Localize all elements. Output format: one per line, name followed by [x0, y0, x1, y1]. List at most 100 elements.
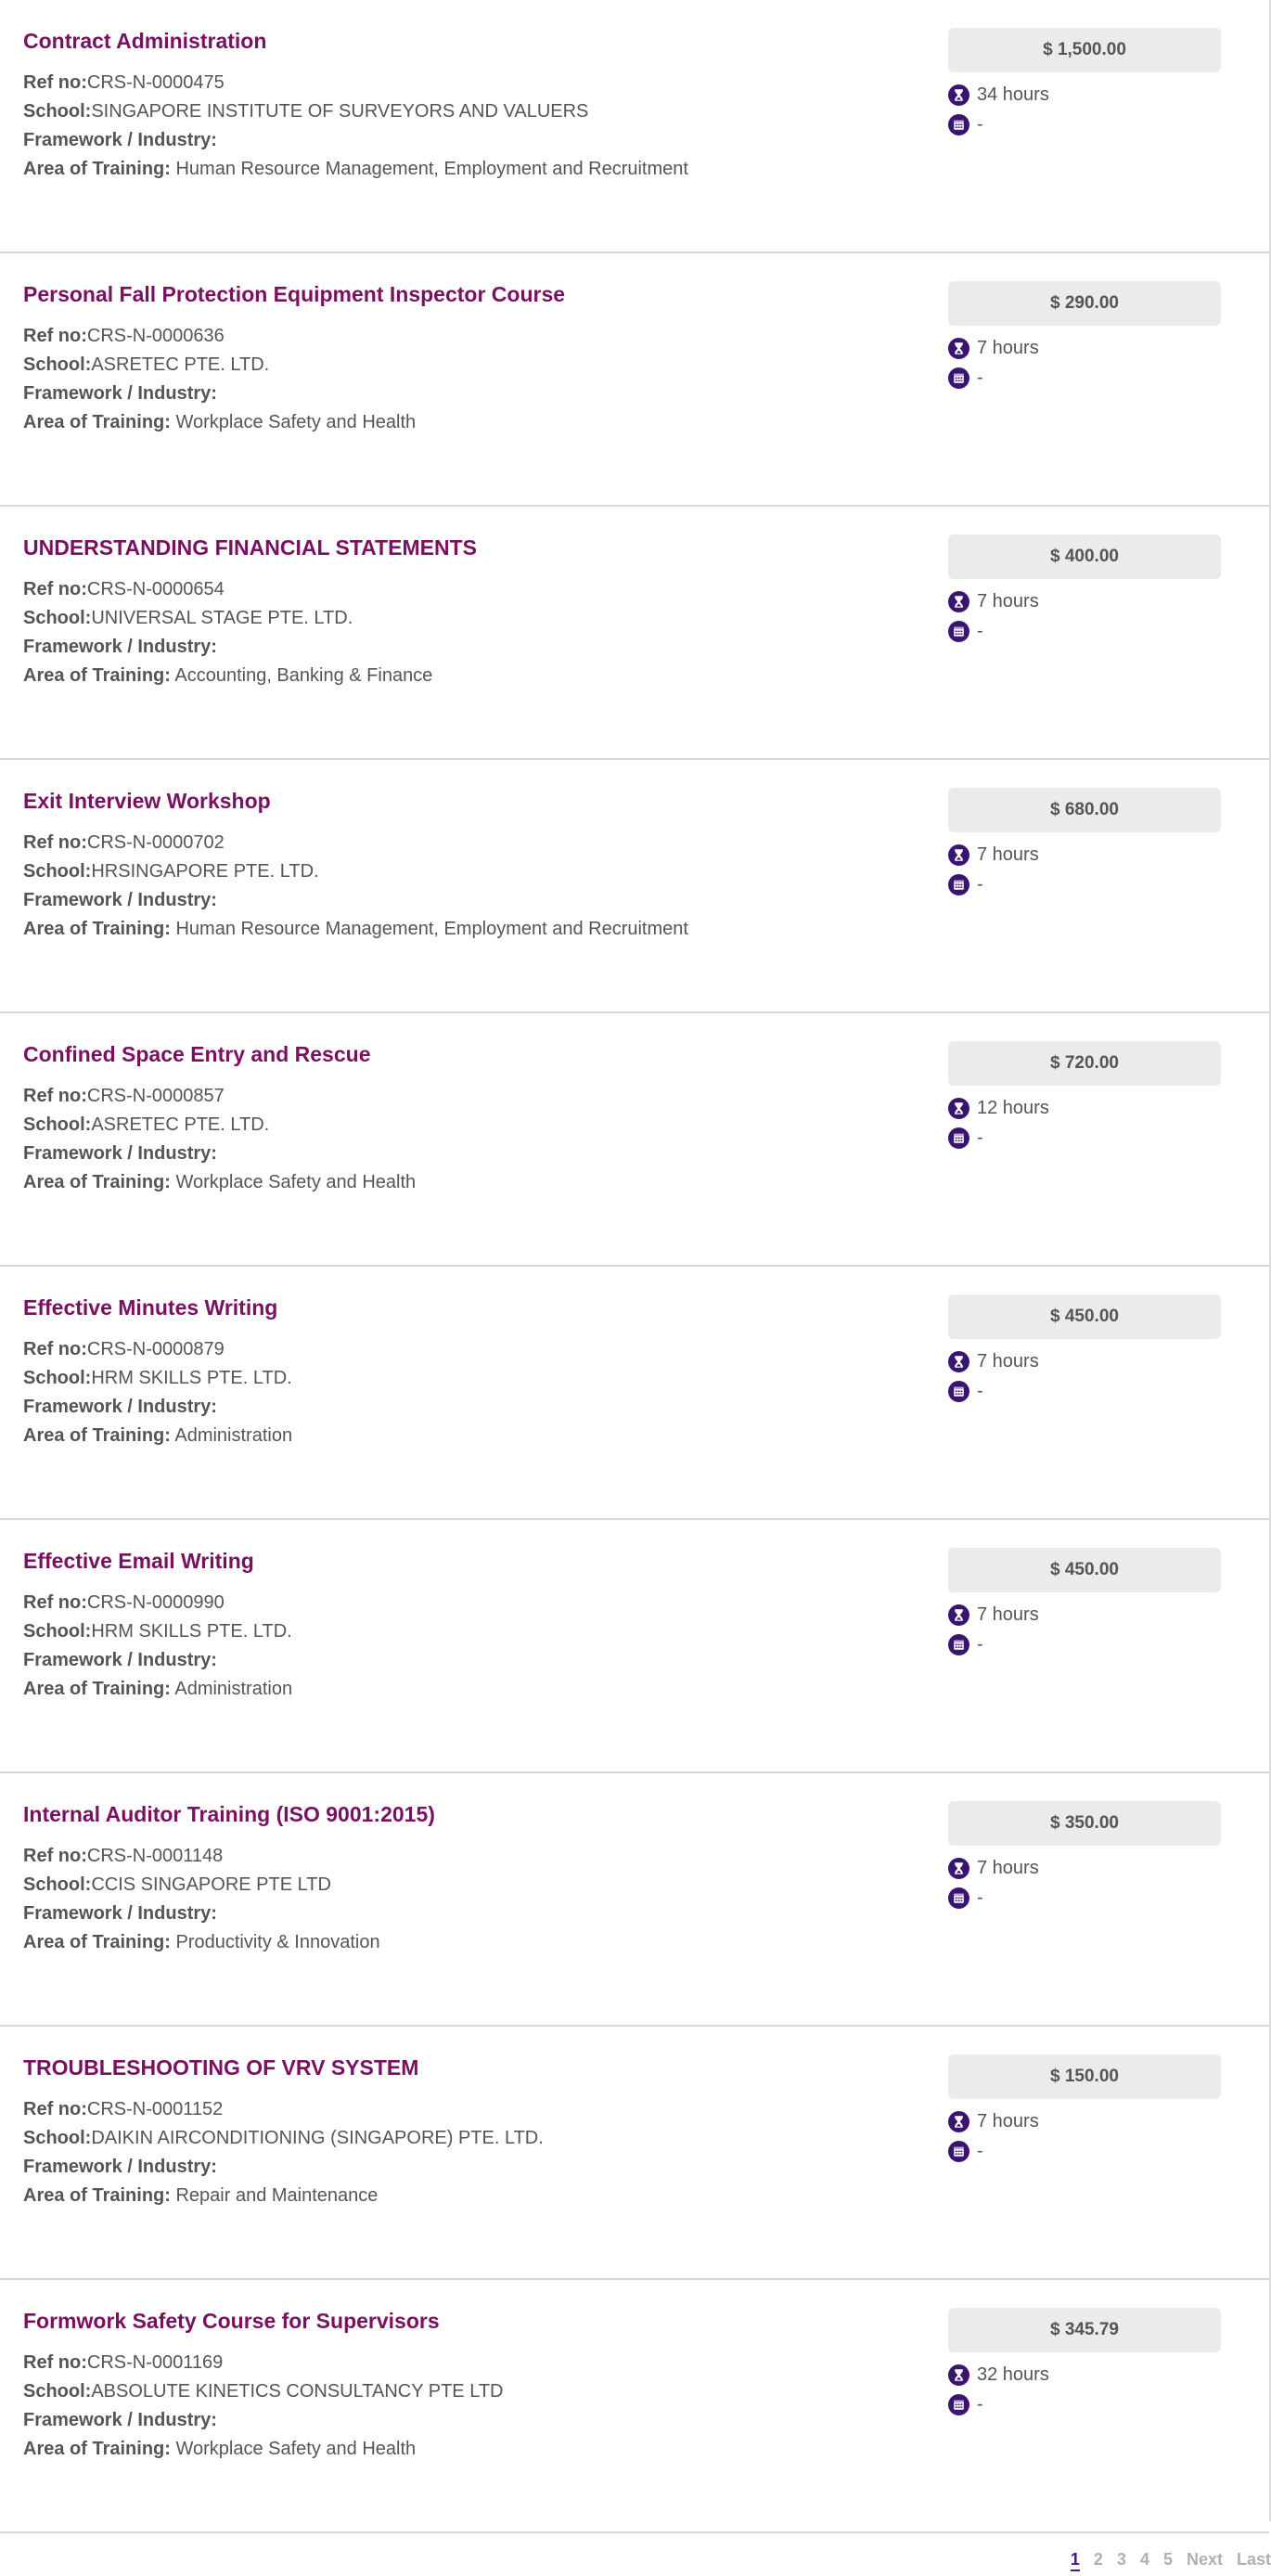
- course-title-link[interactable]: UNDERSTANDING FINANCIAL STATEMENTS: [23, 535, 477, 560]
- hourglass-icon: [948, 338, 969, 359]
- page-2-link[interactable]: 2: [1094, 2550, 1103, 2571]
- ref-no-label: Ref no:: [23, 832, 87, 853]
- framework-label: Framework / Industry:: [23, 1650, 217, 1670]
- framework-line: Framework / Industry:: [23, 636, 217, 658]
- area-value: Workplace Safety and Health: [175, 412, 417, 432]
- area-label: Area of Training:: [23, 1172, 171, 1192]
- course-title-link[interactable]: TROUBLESHOOTING OF VRV SYSTEM: [23, 2055, 418, 2080]
- ref-no-line: Ref no:CRS-N-0000857: [23, 1085, 225, 1107]
- duration-value: 7 hours: [977, 338, 1039, 358]
- course-card: TROUBLESHOOTING OF VRV SYSTEM Ref no:CRS-…: [0, 2027, 1269, 2280]
- calendar-icon: [948, 874, 969, 895]
- framework-label: Framework / Industry:: [23, 637, 217, 657]
- ref-no-line: Ref no:CRS-N-0000702: [23, 831, 225, 854]
- ref-no-line: Ref no:CRS-N-0001152: [23, 2098, 223, 2120]
- date-row: -: [948, 2394, 983, 2415]
- course-card: Personal Fall Protection Equipment Inspe…: [0, 253, 1269, 507]
- duration-row: 12 hours: [948, 1098, 1049, 1119]
- date-row: -: [948, 1634, 983, 1655]
- ref-no-value: CRS-N-0000654: [86, 579, 225, 599]
- ref-no-label: Ref no:: [23, 1339, 87, 1359]
- next-page-link[interactable]: Next: [1187, 2550, 1223, 2571]
- page-4-link[interactable]: 4: [1140, 2550, 1149, 2571]
- hourglass-icon: [948, 1098, 969, 1119]
- area-line: Area of Training: Workplace Safety and H…: [23, 411, 416, 433]
- course-title-link[interactable]: Exit Interview Workshop: [23, 789, 271, 814]
- school-value: CCIS SINGAPORE PTE LTD: [91, 1874, 331, 1895]
- ref-no-value: CRS-N-0000475: [86, 72, 225, 93]
- date-row: -: [948, 874, 983, 895]
- page-5-link[interactable]: 5: [1163, 2550, 1173, 2571]
- hourglass-icon: [948, 1604, 969, 1626]
- course-title-link[interactable]: Internal Auditor Training (ISO 9001:2015…: [23, 1802, 435, 1827]
- school-label: School:: [23, 2381, 92, 2402]
- duration-value: 12 hours: [977, 1098, 1049, 1118]
- area-label: Area of Training:: [23, 919, 171, 939]
- area-label: Area of Training:: [23, 2185, 171, 2206]
- date-row: -: [948, 1127, 983, 1149]
- price-button[interactable]: $ 680.00: [948, 788, 1221, 832]
- price-button[interactable]: $ 150.00: [948, 2054, 1221, 2099]
- framework-label: Framework / Industry:: [23, 383, 217, 404]
- price-button[interactable]: $ 345.79: [948, 2308, 1221, 2352]
- ref-no-line: Ref no:CRS-N-0000879: [23, 1338, 225, 1360]
- calendar-icon: [948, 367, 969, 389]
- course-title-link[interactable]: Effective Email Writing: [23, 1549, 254, 1574]
- duration-value: 34 hours: [977, 84, 1049, 105]
- page-3-link[interactable]: 3: [1117, 2550, 1126, 2571]
- framework-label: Framework / Industry:: [23, 1397, 217, 1417]
- school-label: School:: [23, 1621, 92, 1642]
- last-page-link[interactable]: Last: [1237, 2550, 1271, 2571]
- ref-no-value: CRS-N-0001148: [86, 1846, 224, 1866]
- price-button[interactable]: $ 450.00: [948, 1294, 1221, 1339]
- area-line: Area of Training: Accounting, Banking & …: [23, 664, 432, 687]
- area-value: Accounting, Banking & Finance: [174, 665, 433, 686]
- calendar-icon: [948, 2141, 969, 2162]
- price-button[interactable]: $ 1,500.00: [948, 28, 1221, 72]
- date-row: -: [948, 2141, 983, 2162]
- area-label: Area of Training:: [23, 1932, 171, 1952]
- course-card: Effective Email Writing Ref no:CRS-N-0000…: [0, 1520, 1269, 1773]
- date-row: -: [948, 114, 983, 135]
- page-1-link[interactable]: 1: [1070, 2550, 1080, 2571]
- date-value: -: [977, 1887, 983, 1908]
- area-label: Area of Training:: [23, 1679, 171, 1699]
- course-title-link[interactable]: Confined Space Entry and Rescue: [23, 1042, 370, 1067]
- ref-no-label: Ref no:: [23, 326, 87, 346]
- course-title-link[interactable]: Effective Minutes Writing: [23, 1295, 277, 1320]
- price-button[interactable]: $ 350.00: [948, 1801, 1221, 1846]
- ref-no-value: CRS-N-0000879: [86, 1339, 225, 1359]
- course-title-link[interactable]: Formwork Safety Course for Supervisors: [23, 2309, 440, 2334]
- duration-row: 7 hours: [948, 591, 1039, 612]
- area-value: Human Resource Management, Employment an…: [175, 159, 688, 179]
- course-card: Exit Interview Workshop Ref no:CRS-N-0000…: [0, 760, 1269, 1013]
- date-value: -: [977, 1634, 983, 1655]
- hourglass-icon: [948, 2364, 969, 2386]
- area-line: Area of Training: Administration: [23, 1678, 292, 1700]
- school-label: School:: [23, 861, 92, 882]
- course-title-link[interactable]: Contract Administration: [23, 29, 266, 54]
- ref-no-label: Ref no:: [23, 2099, 87, 2119]
- course-card: UNDERSTANDING FINANCIAL STATEMENTS Ref no…: [0, 507, 1269, 760]
- school-label: School:: [23, 1874, 92, 1895]
- date-value: -: [977, 874, 983, 895]
- course-title-link[interactable]: Personal Fall Protection Equipment Inspe…: [23, 282, 565, 307]
- school-line: School:ASRETEC PTE. LTD.: [23, 354, 269, 376]
- hourglass-icon: [948, 1351, 969, 1372]
- area-line: Area of Training: Workplace Safety and H…: [23, 1171, 416, 1193]
- school-value: HRSINGAPORE PTE. LTD.: [91, 861, 319, 882]
- calendar-icon: [948, 1634, 969, 1655]
- ref-no-value: CRS-N-0001152: [86, 2099, 224, 2119]
- duration-value: 7 hours: [977, 1351, 1039, 1372]
- price-button[interactable]: $ 720.00: [948, 1041, 1221, 1086]
- price-button[interactable]: $ 400.00: [948, 535, 1221, 579]
- framework-line: Framework / Industry:: [23, 2409, 217, 2431]
- price-button[interactable]: $ 290.00: [948, 281, 1221, 326]
- school-label: School:: [23, 1114, 92, 1135]
- area-label: Area of Training:: [23, 665, 171, 686]
- price-button[interactable]: $ 450.00: [948, 1548, 1221, 1592]
- school-label: School:: [23, 354, 92, 375]
- area-value: Human Resource Management, Employment an…: [175, 919, 688, 939]
- calendar-icon: [948, 2394, 969, 2415]
- area-value: Productivity & Innovation: [175, 1932, 380, 1952]
